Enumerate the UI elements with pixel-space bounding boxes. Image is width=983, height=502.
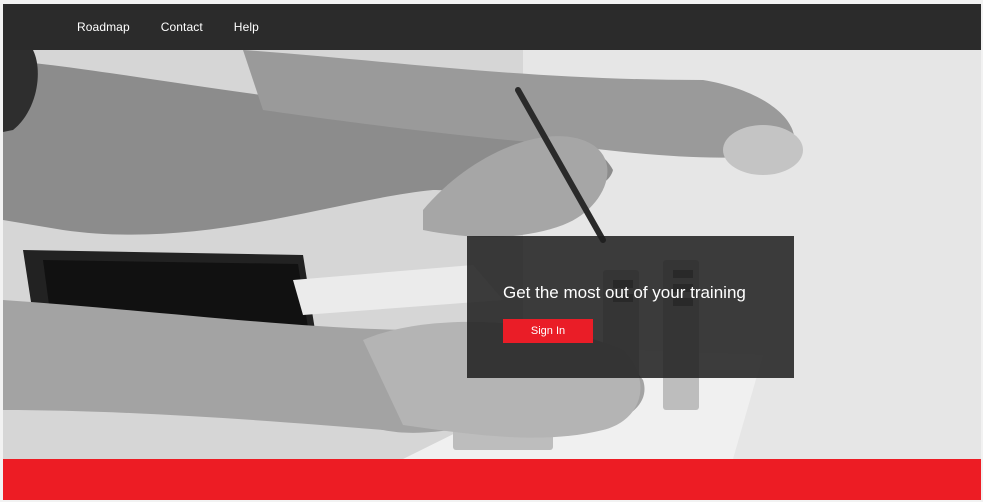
sign-in-button[interactable]: Sign In <box>503 319 593 343</box>
nav-contact-link[interactable]: Contact <box>161 20 203 34</box>
hero-title: Get the most out of your training <box>503 283 746 302</box>
hero-banner: Get the most out of your training Sign I… <box>3 50 981 459</box>
nav-help-link[interactable]: Help <box>234 20 259 34</box>
sign-in-callout: Get the most out of your training Sign I… <box>467 236 794 378</box>
main-nav: Roadmap Contact Help <box>77 20 290 34</box>
top-navigation-bar: Roadmap Contact Help <box>3 4 981 50</box>
page: Roadmap Contact Help Get the most out of… <box>0 0 983 502</box>
footer-red-band <box>3 459 981 500</box>
nav-roadmap-link[interactable]: Roadmap <box>77 20 130 34</box>
